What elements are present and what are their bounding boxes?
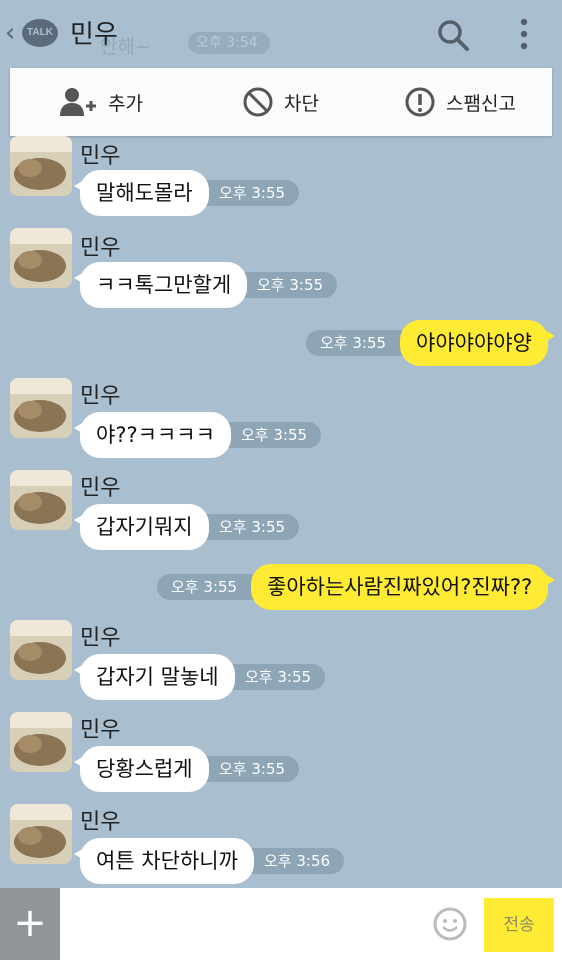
incoming-message-bubble[interactable]: 당황스럽게 <box>74 746 209 792</box>
sender-name: 민우 <box>80 144 121 169</box>
avatar[interactable] <box>10 378 72 438</box>
block-icon <box>243 87 273 117</box>
message-time: 오후 3:55 <box>233 272 338 298</box>
message-input[interactable] <box>60 888 420 960</box>
message-time: 오후 3:55 <box>195 180 300 206</box>
block-button[interactable]: 차단 <box>242 68 319 136</box>
incoming-message-bubble[interactable]: 야??ㅋㅋㅋㅋ <box>74 412 231 458</box>
avatar[interactable] <box>10 620 72 680</box>
kakaotalk-logo: TALK <box>22 19 58 47</box>
incoming-message-bubble[interactable]: 갑자기뭐지 <box>74 504 209 550</box>
message-time: 오후 3:55 <box>195 756 300 782</box>
spam-report-label: 스팸신고 <box>446 92 516 115</box>
sender-name: 민우 <box>80 476 121 501</box>
avatar[interactable] <box>10 712 72 772</box>
warning-icon <box>405 87 435 117</box>
sender-name: 민우 <box>80 718 121 743</box>
incoming-message-bubble[interactable]: 갑자기 말놓네 <box>74 654 235 700</box>
message-time: 오후 3:55 <box>221 664 326 690</box>
sender-name: 민우 <box>80 810 121 835</box>
sender-name: 민우 <box>80 626 121 651</box>
emoticon-icon[interactable] <box>432 906 468 942</box>
avatar[interactable] <box>10 804 72 864</box>
outgoing-message-bubble[interactable]: 야야야야야양 <box>400 320 555 366</box>
message-time: 오후 3:55 <box>217 422 322 448</box>
add-friend-icon <box>60 88 96 116</box>
incoming-message-bubble[interactable]: 말해도몰라 <box>74 170 209 216</box>
avatar[interactable] <box>10 228 72 288</box>
avatar[interactable] <box>10 470 72 530</box>
more-vertical-icon[interactable] <box>512 16 536 52</box>
send-button[interactable]: 전송 <box>484 898 554 952</box>
add-friend-button[interactable]: 추가 <box>58 68 143 136</box>
sender-name: 민우 <box>80 236 121 261</box>
chat-header: ‹ TALK 안해~ 오후 3:54 민우 <box>0 0 562 68</box>
chat-title: 민우 <box>70 20 118 50</box>
ghost-message-time: 오후 3:54 <box>188 32 270 54</box>
chevron-left-icon[interactable]: ‹ <box>5 18 15 48</box>
block-label: 차단 <box>284 92 319 115</box>
message-input-bar: + <box>0 888 562 960</box>
incoming-message-bubble[interactable]: ㅋㅋ톡그만할게 <box>73 262 248 308</box>
attach-plus-button[interactable]: + <box>0 888 60 960</box>
add-friend-label: 추가 <box>108 92 143 115</box>
sender-name: 민우 <box>80 384 121 409</box>
avatar[interactable] <box>10 136 72 196</box>
search-icon[interactable] <box>436 18 470 52</box>
incoming-message-bubble[interactable]: 여튼 차단하니까 <box>74 838 254 884</box>
message-time: 오후 3:55 <box>195 514 300 540</box>
message-time: 오후 3:56 <box>240 848 345 874</box>
friend-action-bar: 추가 차단 스팸신고 <box>10 68 552 136</box>
outgoing-message-bubble[interactable]: 좋아하는사람진짜있어?진짜?? <box>251 564 556 610</box>
spam-report-button[interactable]: 스팸신고 <box>404 68 516 136</box>
